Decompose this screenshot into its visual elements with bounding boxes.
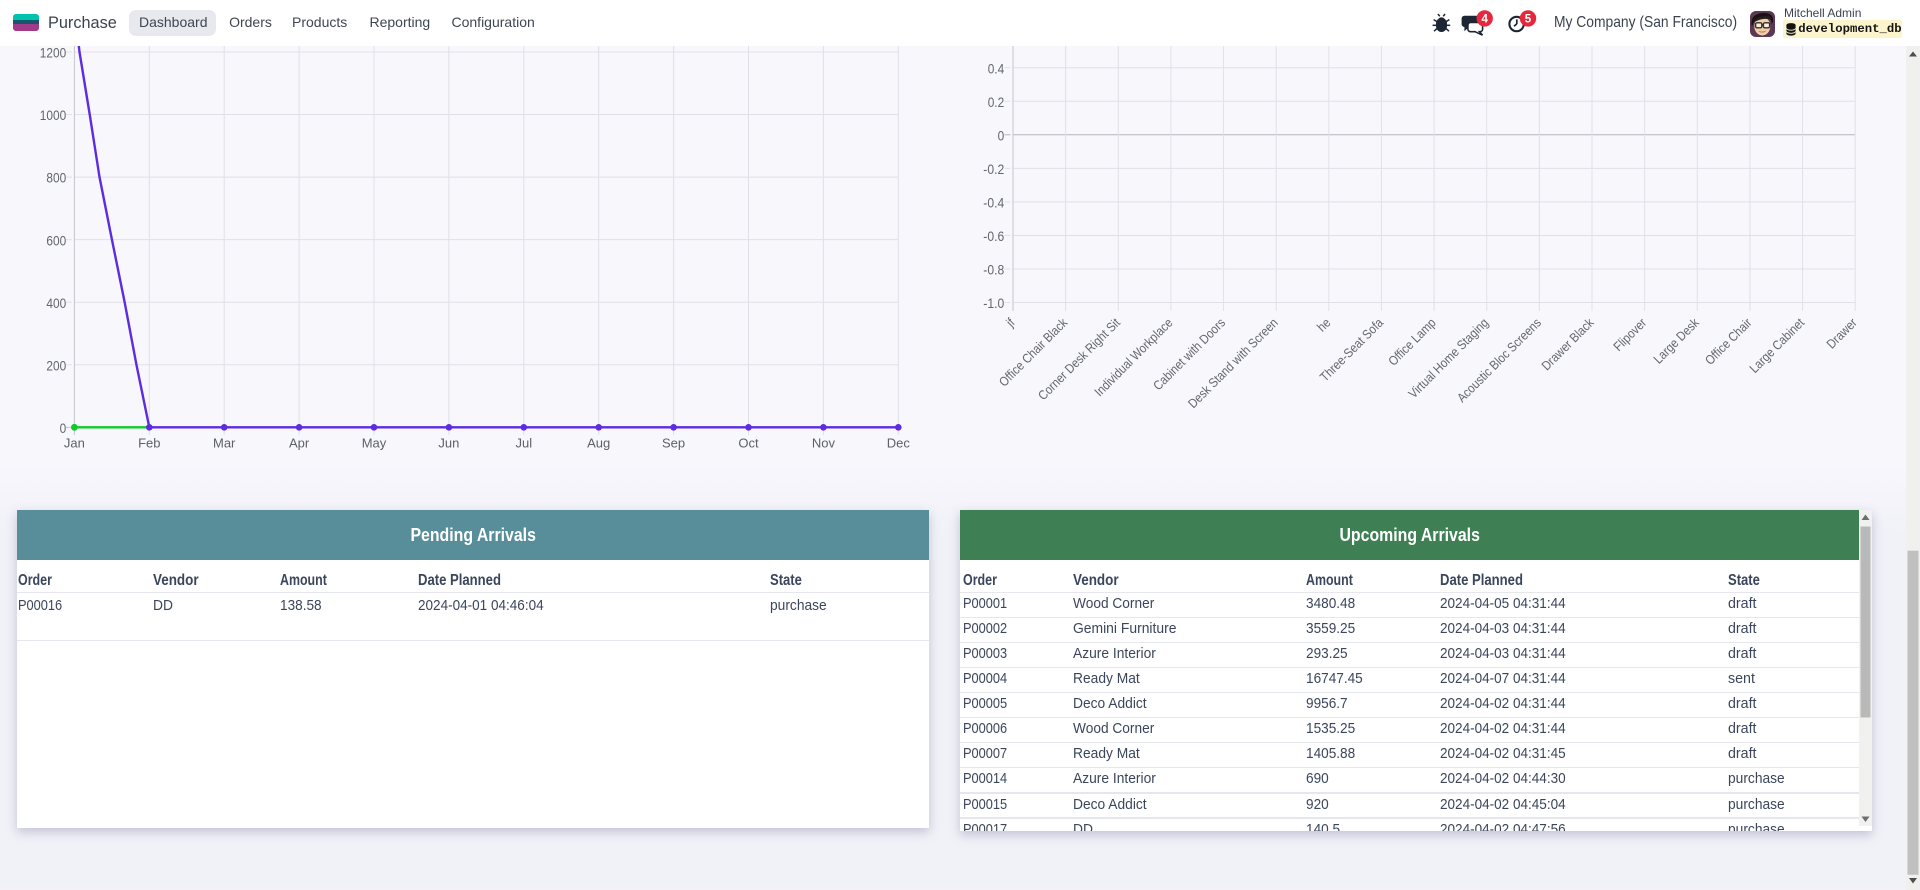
- svg-text:Aug: Aug: [587, 436, 610, 451]
- svg-text:Sep: Sep: [662, 436, 685, 451]
- svg-text:200: 200: [46, 357, 66, 373]
- svg-text:Nov: Nov: [812, 436, 836, 451]
- svg-text:Desk Stand with Screen: Desk Stand with Screen: [1185, 315, 1281, 411]
- svg-text:Jun: Jun: [438, 436, 459, 451]
- svg-text:May: May: [362, 436, 387, 451]
- svg-text:-0.4: -0.4: [983, 195, 1004, 211]
- svg-text:800: 800: [46, 170, 66, 186]
- svg-text:Mar: Mar: [213, 436, 236, 451]
- svg-text:Feb: Feb: [138, 436, 160, 451]
- svg-text:Office Lamp: Office Lamp: [1385, 315, 1439, 369]
- svg-text:Oct: Oct: [738, 436, 759, 451]
- svg-text:Jan: Jan: [64, 436, 85, 451]
- svg-text:Drawer: Drawer: [1823, 315, 1860, 352]
- svg-text:Drawer Black: Drawer Black: [1538, 315, 1597, 374]
- svg-text:Dec: Dec: [887, 436, 911, 451]
- svg-text:-0.8: -0.8: [983, 262, 1004, 278]
- svg-text:Flipover: Flipover: [1610, 315, 1649, 354]
- svg-text:Large Desk: Large Desk: [1650, 315, 1702, 367]
- svg-text:-0.6: -0.6: [983, 228, 1004, 244]
- svg-text:0.2: 0.2: [988, 94, 1005, 110]
- svg-text:0: 0: [60, 420, 67, 436]
- svg-text:0.4: 0.4: [988, 60, 1005, 76]
- svg-text:Apr: Apr: [289, 436, 310, 451]
- svg-text:-0.2: -0.2: [983, 161, 1004, 177]
- svg-text:-1.0: -1.0: [983, 295, 1004, 311]
- svg-text:1000: 1000: [40, 107, 67, 123]
- svg-text:1200: 1200: [40, 46, 67, 61]
- svg-text:Office Chair: Office Chair: [1702, 315, 1755, 368]
- svg-text:Large Cabinet: Large Cabinet: [1746, 315, 1807, 376]
- svg-text:jf: jf: [1002, 315, 1017, 330]
- svg-text:5: 5: [1525, 13, 1532, 25]
- svg-text:he: he: [1314, 315, 1334, 335]
- svg-text:600: 600: [46, 232, 66, 248]
- svg-text:400: 400: [46, 295, 66, 311]
- svg-text:Jul: Jul: [515, 436, 532, 451]
- svg-text:4: 4: [1481, 13, 1488, 25]
- svg-text:0: 0: [998, 127, 1005, 143]
